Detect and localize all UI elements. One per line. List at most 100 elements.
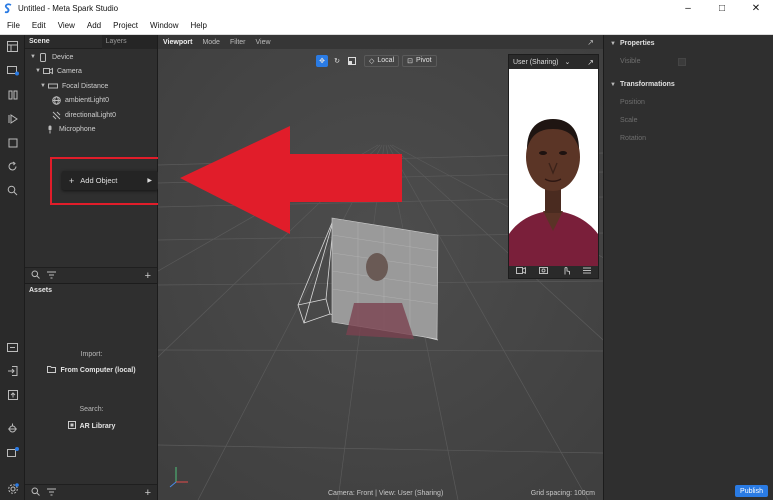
transformations-section[interactable]: ▼ Transformations xyxy=(610,81,675,88)
ar-library-button[interactable]: AR Library xyxy=(25,421,158,431)
camera-status: Camera: Front | View: User (Sharing) xyxy=(328,490,444,497)
from-computer-button[interactable]: From Computer (local) xyxy=(25,366,158,375)
tree-label: directionalLight0 xyxy=(65,111,116,119)
tree-item-directional-light[interactable]: directionalLight0 xyxy=(51,109,116,121)
directional-light-icon xyxy=(51,111,61,120)
menu-project[interactable]: Project xyxy=(106,21,143,30)
search-icon[interactable] xyxy=(4,182,21,199)
caret-down-icon[interactable]: ▼ xyxy=(40,83,48,89)
filter-icon[interactable] xyxy=(47,271,56,281)
grid-spacing: Grid spacing: 100cm xyxy=(530,490,595,497)
upload-icon[interactable] xyxy=(4,386,21,403)
filter-icon[interactable] xyxy=(47,488,56,498)
menu-window[interactable]: Window xyxy=(143,21,183,30)
tree-item-microphone[interactable]: Microphone xyxy=(45,123,96,135)
close-icon[interactable]: ✕ xyxy=(739,0,773,17)
manipulator-tools: ✥ ↻ ◇ Local ⊡ Pivot xyxy=(316,54,437,67)
tree-label: Camera xyxy=(57,67,82,75)
move-tool-icon[interactable]: ✥ xyxy=(316,54,328,67)
layout-icon[interactable] xyxy=(4,38,21,55)
login-icon[interactable] xyxy=(4,362,21,379)
screenshot-icon[interactable] xyxy=(539,266,549,276)
tree-item-camera[interactable]: ▼ Camera xyxy=(35,65,82,77)
folder-icon xyxy=(47,366,57,375)
tree-item-device[interactable]: ▼ Device xyxy=(30,51,73,63)
camera-icon xyxy=(43,67,53,76)
tree-label: Microphone xyxy=(59,125,96,133)
viewport-toolbar: Viewport Mode Filter View ↗ xyxy=(158,35,603,49)
menu-help[interactable]: Help xyxy=(183,21,211,30)
folder-icon[interactable] xyxy=(4,338,21,355)
tree-label: Focal Distance xyxy=(62,82,109,90)
window-title: Untitled - Meta Spark Studio xyxy=(18,4,119,13)
expand-icon[interactable]: ↗ xyxy=(582,38,599,47)
chevron-down-icon: ⌄ xyxy=(564,59,571,66)
tab-scene[interactable]: Scene xyxy=(25,35,54,49)
transformations-title: Transformations xyxy=(619,81,675,88)
camera-preview xyxy=(509,69,598,266)
search-icon[interactable] xyxy=(31,487,40,498)
menu-file[interactable]: File xyxy=(0,21,25,30)
tab-viewport[interactable]: Viewport xyxy=(158,39,197,46)
pivot-toggle[interactable]: ⊡ Pivot xyxy=(402,54,437,67)
menu-bar: File Edit View Add Project Window Help xyxy=(0,17,773,35)
play-icon[interactable] xyxy=(4,110,21,127)
search-label: Search: xyxy=(79,406,104,413)
tree-item-focal-distance[interactable]: ▼ Focal Distance xyxy=(40,80,108,92)
simulator-icon[interactable] xyxy=(4,62,21,79)
tab-view[interactable]: View xyxy=(251,39,276,46)
refresh-icon[interactable] xyxy=(4,158,21,175)
properties-section[interactable]: ▼ Properties xyxy=(610,40,655,47)
minimize-icon[interactable]: – xyxy=(671,0,705,17)
pause-icon[interactable] xyxy=(4,86,21,103)
publish-button[interactable]: Publish xyxy=(735,485,768,497)
tree-item-ambient-light[interactable]: ambientLight0 xyxy=(51,94,109,106)
tab-mode[interactable]: Mode xyxy=(197,39,225,46)
caret-down-icon[interactable]: ▼ xyxy=(35,68,43,74)
ar-library-label: AR Library xyxy=(79,422,116,430)
local-label: Local xyxy=(377,57,395,64)
console-icon[interactable] xyxy=(4,444,21,461)
scene-footer: + xyxy=(25,267,157,283)
touch-icon[interactable] xyxy=(562,266,570,277)
device-label: User (Sharing) xyxy=(513,58,559,66)
properties-title: Properties xyxy=(619,40,655,47)
menu-edit[interactable]: Edit xyxy=(25,21,51,30)
visible-label: Visible xyxy=(620,58,641,65)
menu-icon[interactable] xyxy=(583,267,592,276)
menu-view[interactable]: View xyxy=(51,21,80,30)
bug-icon[interactable] xyxy=(4,420,21,437)
visible-checkbox[interactable] xyxy=(678,58,686,66)
video-icon[interactable] xyxy=(515,266,526,276)
device-selector[interactable]: User (Sharing) ⌄ xyxy=(513,58,571,67)
scale-label: Scale xyxy=(620,117,638,124)
tree-label: Device xyxy=(52,53,74,61)
tab-filter[interactable]: Filter xyxy=(225,39,251,46)
import-label: Import: xyxy=(80,351,103,358)
simulator-panel: User (Sharing) ⌄ ↗ xyxy=(508,54,599,279)
rotation-label: Rotation xyxy=(620,135,647,142)
rotate-tool-icon[interactable]: ↻ xyxy=(331,55,343,67)
caret-down-icon[interactable]: ▼ xyxy=(30,54,38,60)
local-toggle[interactable]: ◇ Local xyxy=(364,54,400,67)
stop-icon[interactable] xyxy=(4,134,21,151)
position-label: Position xyxy=(620,99,645,106)
app-logo-icon xyxy=(0,0,17,17)
popout-icon[interactable]: ↗ xyxy=(587,58,594,67)
search-icon[interactable] xyxy=(31,270,40,281)
maximize-icon[interactable]: □ xyxy=(705,0,739,17)
scale-tool-icon[interactable] xyxy=(346,55,358,67)
add-icon[interactable]: + xyxy=(145,270,151,282)
properties-panel: ▼ Properties Visible ▼ Transformations P… xyxy=(603,35,773,500)
add-icon[interactable]: + xyxy=(145,487,151,499)
tree-label: ambientLight0 xyxy=(65,96,109,104)
title-bar: Untitled - Meta Spark Studio – □ ✕ xyxy=(0,0,773,17)
assets-panel: Assets Import: From Computer (local) Sea… xyxy=(25,283,158,500)
tab-layers[interactable]: Layers xyxy=(101,34,157,49)
settings-gear-icon[interactable] xyxy=(4,480,21,497)
menu-add[interactable]: Add xyxy=(80,21,106,30)
cube-icon: ◇ xyxy=(369,57,375,65)
microphone-icon xyxy=(45,125,55,134)
tool-strip xyxy=(0,35,25,500)
device-icon xyxy=(38,52,48,62)
